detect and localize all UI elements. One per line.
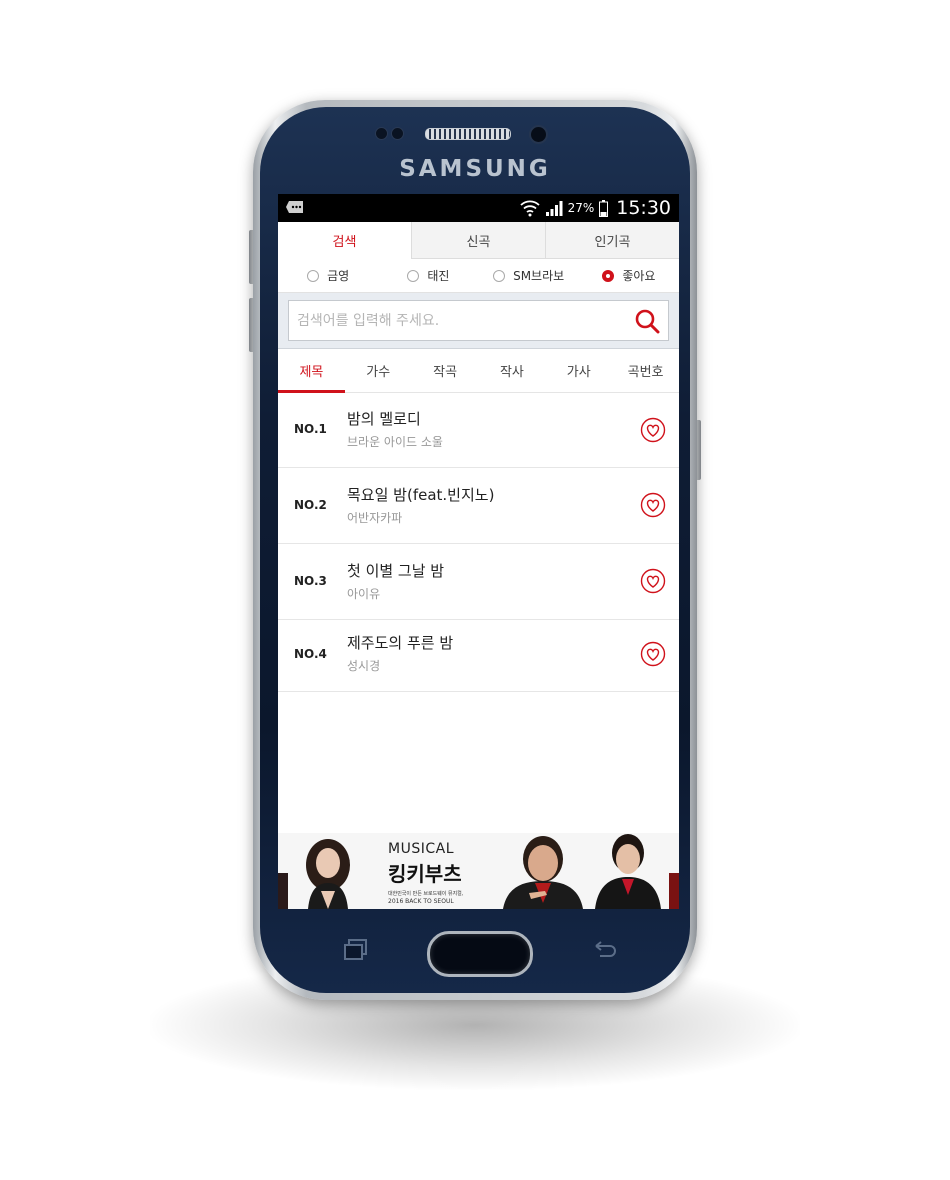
back-icon[interactable] bbox=[592, 940, 618, 960]
song-title: 목요일 밤(feat.빈지노) bbox=[347, 486, 495, 504]
radio-likes[interactable]: 좋아요 bbox=[579, 267, 679, 284]
ad-performer-image-left bbox=[278, 839, 350, 909]
song-artist: 브라운 아이드 소울 bbox=[347, 435, 443, 449]
list-item[interactable]: NO.3 첫 이별 그날 밤 아이유 bbox=[278, 544, 679, 620]
search-category-tabs: 제목 가수 작곡 작사 가사 곡번호 bbox=[278, 349, 679, 393]
ad-performer-image-right bbox=[503, 834, 679, 909]
category-lyricist[interactable]: 작사 bbox=[478, 349, 545, 392]
category-lyrics[interactable]: 가사 bbox=[545, 349, 612, 392]
phone-screen: 27% 15:30 검색 신곡 인기곡 금영 태진 SM브라보 좋아요 검색어를… bbox=[278, 194, 679, 909]
song-rank: NO.3 bbox=[294, 574, 327, 588]
battery-percent: 27% bbox=[567, 201, 595, 215]
radio-taejin[interactable]: 태진 bbox=[378, 267, 478, 284]
radio-label: SM브라보 bbox=[513, 269, 565, 283]
song-title: 첫 이별 그날 밤 bbox=[347, 562, 445, 580]
radio-label: 좋아요 bbox=[622, 269, 656, 283]
ad-title: 킹키부츠 bbox=[388, 862, 462, 886]
brand-logo: SAMSUNG bbox=[399, 156, 551, 182]
earpiece-speaker bbox=[425, 128, 511, 140]
ad-tagline: 대한민국이 만든 브로드웨이 뮤지컬, bbox=[388, 891, 464, 897]
clock: 15:30 bbox=[616, 197, 671, 219]
message-icon bbox=[286, 201, 303, 213]
ad-subtitle: 2016 BACK TO SEOUL bbox=[388, 898, 454, 905]
song-list: NO.1 밤의 멜로디 브라운 아이드 소울 NO.2 목요일 밤(feat.빈… bbox=[278, 393, 679, 692]
heart-icon[interactable] bbox=[640, 568, 666, 594]
battery-icon bbox=[599, 199, 609, 217]
category-composer[interactable]: 작곡 bbox=[412, 349, 479, 392]
radio-label: 태진 bbox=[427, 269, 450, 283]
song-rank: NO.4 bbox=[294, 647, 327, 661]
song-rank: NO.2 bbox=[294, 498, 327, 512]
radio-circle bbox=[602, 269, 615, 282]
heart-icon[interactable] bbox=[640, 492, 666, 518]
radio-circle bbox=[407, 269, 420, 282]
ad-label: MUSICAL bbox=[388, 841, 454, 857]
category-song-number[interactable]: 곡번호 bbox=[612, 349, 679, 392]
song-artist: 어반자카파 bbox=[347, 511, 403, 525]
list-item[interactable]: NO.4 제주도의 푸른 밤 성시경 bbox=[278, 620, 679, 692]
search-input[interactable] bbox=[297, 301, 617, 340]
tab-new-songs[interactable]: 신곡 bbox=[411, 222, 545, 259]
main-tabs: 검색 신곡 인기곡 bbox=[278, 222, 679, 259]
radio-sm-bravo[interactable]: SM브라보 bbox=[479, 267, 579, 284]
home-button[interactable] bbox=[427, 931, 533, 977]
heart-icon[interactable] bbox=[640, 417, 666, 443]
song-title: 밤의 멜로디 bbox=[347, 410, 421, 428]
radio-label: 금영 bbox=[327, 269, 350, 283]
ad-banner[interactable]: MUSICAL 킹키부츠 대한민국이 만든 브로드웨이 뮤지컬, 2016 BA… bbox=[278, 833, 679, 909]
status-bar: 27% 15:30 bbox=[278, 194, 679, 222]
radio-circle bbox=[307, 269, 320, 282]
light-sensor bbox=[391, 127, 404, 140]
category-title[interactable]: 제목 bbox=[278, 349, 345, 393]
list-item[interactable]: NO.2 목요일 밤(feat.빈지노) 어반자카파 bbox=[278, 468, 679, 544]
tab-popular[interactable]: 인기곡 bbox=[545, 222, 679, 259]
wifi-icon bbox=[519, 200, 540, 217]
signal-icon bbox=[545, 201, 563, 216]
front-camera bbox=[529, 125, 548, 144]
radio-circle bbox=[493, 269, 506, 282]
proximity-sensor bbox=[375, 127, 388, 140]
heart-icon[interactable] bbox=[640, 641, 666, 667]
category-singer[interactable]: 가수 bbox=[345, 349, 412, 392]
radio-kumyoung[interactable]: 금영 bbox=[278, 267, 378, 284]
recent-apps-icon[interactable] bbox=[343, 938, 369, 962]
search-icon[interactable] bbox=[634, 308, 660, 334]
search-bar bbox=[278, 293, 679, 349]
song-title: 제주도의 푸른 밤 bbox=[347, 634, 454, 652]
song-artist: 아이유 bbox=[347, 587, 381, 601]
list-item[interactable]: NO.1 밤의 멜로디 브라운 아이드 소울 bbox=[278, 393, 679, 468]
song-rank: NO.1 bbox=[294, 422, 327, 436]
song-artist: 성시경 bbox=[347, 659, 381, 673]
source-radio-group: 금영 태진 SM브라보 좋아요 bbox=[278, 259, 679, 293]
tab-search[interactable]: 검색 bbox=[278, 222, 411, 259]
search-box bbox=[288, 300, 669, 341]
